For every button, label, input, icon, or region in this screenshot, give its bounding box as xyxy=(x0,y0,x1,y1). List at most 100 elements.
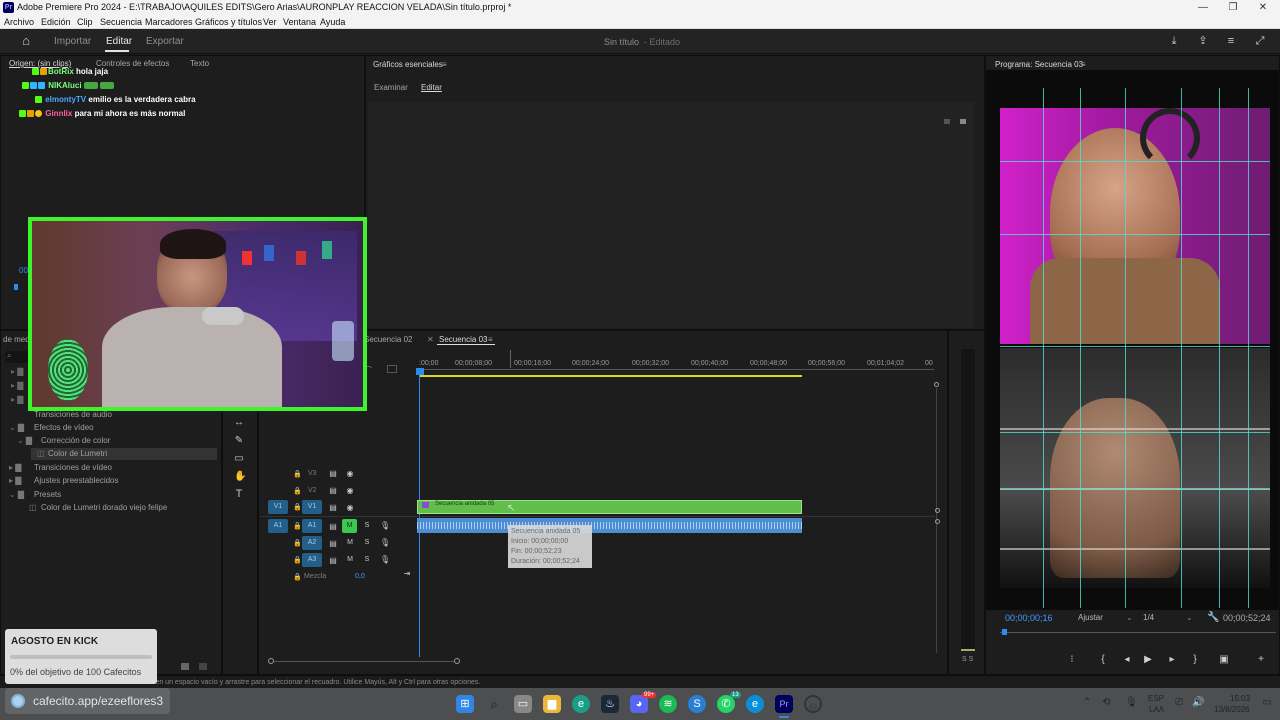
close-tab-icon[interactable]: ✕ xyxy=(427,335,434,344)
mic-tray-icon[interactable]: 🎙 xyxy=(1125,697,1138,708)
share-icon[interactable]: ⇪ xyxy=(1197,35,1209,47)
panel-menu-icon[interactable]: ≡ xyxy=(442,60,447,69)
rectangle-tool-icon[interactable]: ▭ xyxy=(234,453,244,464)
solo-button-meter[interactable]: S S xyxy=(962,656,973,663)
scrub-bar[interactable] xyxy=(1000,632,1276,633)
new-layer-icon[interactable] xyxy=(944,119,950,124)
sync-icon[interactable]: ▤ xyxy=(328,503,338,512)
clock-time[interactable]: 15:03 xyxy=(1230,694,1250,703)
wrench-icon[interactable]: 🔧 xyxy=(1207,612,1219,623)
menu-clip[interactable]: Clip xyxy=(77,15,93,29)
audio-clip[interactable] xyxy=(417,518,802,533)
tree-item-video-effects[interactable]: Efectos de vídeo xyxy=(34,423,94,432)
tree-item-lumetri-preset[interactable]: Color de Lumetri dorado viejo felipe xyxy=(41,503,167,512)
edge-alt-icon[interactable]: e xyxy=(746,695,764,713)
microphone-icon[interactable]: 🎙 xyxy=(380,555,390,564)
zoom-select[interactable]: Ajustar xyxy=(1078,613,1103,622)
export-frame-icon[interactable]: ▣ xyxy=(1218,654,1230,665)
tree-expand-icon[interactable]: ⌄ ▇ xyxy=(9,423,24,432)
menu-ayuda[interactable]: Ayuda xyxy=(320,15,345,29)
lock-icon[interactable]: 🔒 xyxy=(293,470,302,478)
lock-icon[interactable]: 🔒 xyxy=(293,522,302,530)
tree-item-lumetri[interactable]: Color de Lumetri xyxy=(48,449,107,458)
tab-exportar[interactable]: Exportar xyxy=(146,36,184,47)
track-height-handle[interactable] xyxy=(935,508,940,513)
menu-marcadores[interactable]: Marcadores xyxy=(145,15,193,29)
playhead-marker[interactable] xyxy=(1002,629,1007,635)
tree-item-presets-builtin[interactable]: Ajustes preestablecidos xyxy=(34,476,119,485)
spotify-icon[interactable]: ≋ xyxy=(659,695,677,713)
tray-chevron-icon[interactable]: ⌃ xyxy=(1083,697,1091,708)
step-forward-icon[interactable]: ▸ xyxy=(1166,654,1178,665)
menu-ventana[interactable]: Ventana xyxy=(283,15,316,29)
microphone-icon[interactable]: 🎙 xyxy=(380,538,390,547)
type-tool-icon[interactable]: T xyxy=(234,488,244,500)
horizontal-scrollbar[interactable] xyxy=(274,661,454,662)
sync-icon[interactable]: ▤ xyxy=(328,556,338,565)
menu-ver[interactable]: Ver xyxy=(263,15,277,29)
quality-select[interactable]: 1/4 xyxy=(1143,613,1154,622)
tree-expand-icon[interactable]: ⌄ ▇ xyxy=(17,436,32,445)
ripple-edit-icon[interactable]: ↔ xyxy=(234,417,244,428)
panel-menu-icon[interactable]: ≡ xyxy=(488,335,493,344)
obs-icon[interactable]: ◎ xyxy=(804,695,822,713)
tree-item-video-transitions[interactable]: Transiciones de vídeo xyxy=(34,463,112,472)
solo-button-a1[interactable]: S xyxy=(362,522,372,529)
mix-expand-icon[interactable]: ⇥ xyxy=(402,569,412,578)
tab-examinar[interactable]: Examinar xyxy=(374,83,408,92)
microphone-icon[interactable]: 🎙 xyxy=(380,521,390,530)
menu-archivo[interactable]: Archivo xyxy=(4,15,34,29)
new-bin-icon[interactable] xyxy=(181,663,189,670)
sync-icon[interactable]: ▤ xyxy=(328,486,338,495)
solo-button-a2[interactable]: S xyxy=(362,539,372,546)
lock-icon[interactable]: 🔒 xyxy=(293,503,302,511)
mute-button-a2[interactable]: M xyxy=(345,539,355,546)
quick-export-icon[interactable]: ⤓ xyxy=(1168,35,1180,47)
zoom-handle[interactable] xyxy=(934,382,939,387)
scroll-handle-right[interactable] xyxy=(454,658,460,664)
track-target-a3[interactable]: A3 xyxy=(302,553,322,567)
eye-icon[interactable]: ◉ xyxy=(345,486,355,495)
network-icon[interactable]: ⎚ xyxy=(1175,697,1183,708)
panel-menu-icon[interactable]: ≡ xyxy=(1081,60,1086,69)
lock-icon[interactable]: 🔒 xyxy=(293,487,302,495)
tab-texto[interactable]: Texto xyxy=(190,59,209,68)
eye-icon[interactable]: ◉ xyxy=(345,469,355,478)
lock-icon[interactable]: 🔒 xyxy=(293,539,302,547)
mark-in-icon[interactable]: { xyxy=(1097,654,1109,665)
delete-icon[interactable] xyxy=(199,663,207,670)
steam-icon[interactable]: ♨ xyxy=(601,695,619,713)
work-area-bar[interactable] xyxy=(419,375,802,377)
clock-date[interactable]: 13/8/2026 xyxy=(1214,705,1250,714)
sync-icon[interactable]: ▤ xyxy=(328,539,338,548)
play-icon[interactable]: ▶ xyxy=(1142,654,1154,665)
tab-secuencia-02[interactable]: Secuencia 02 xyxy=(364,335,412,344)
tree-item-color-correction[interactable]: Corrección de color xyxy=(41,436,110,445)
mute-button-a3[interactable]: M xyxy=(345,556,355,563)
minimize-icon[interactable]: — xyxy=(1188,0,1218,15)
add-button-icon[interactable]: + xyxy=(1255,654,1267,665)
mix-value[interactable]: 0,0 xyxy=(355,573,365,580)
marker-icon[interactable]: ⁝ xyxy=(1066,654,1078,665)
source-patch-v1[interactable]: V1 xyxy=(268,500,288,514)
mute-button-a1[interactable]: M xyxy=(342,519,357,533)
mark-out-icon[interactable]: } xyxy=(1189,654,1201,665)
playhead-handle[interactable] xyxy=(416,368,424,375)
fullscreen-icon[interactable]: ⤢ xyxy=(1254,35,1266,47)
skype-icon[interactable]: S xyxy=(688,695,706,713)
step-back-icon[interactable]: ◂ xyxy=(1121,654,1133,665)
zoom-chevron-icon[interactable]: ⌄ xyxy=(1126,613,1133,622)
lock-icon[interactable]: 🔒 xyxy=(293,556,302,564)
tree-expand-icon[interactable]: ▸ ▇ xyxy=(9,463,21,472)
maximize-icon[interactable]: ❐ xyxy=(1218,0,1248,15)
sync-icon[interactable]: ▤ xyxy=(328,522,338,531)
linked-selection-icon[interactable] xyxy=(387,365,397,373)
close-icon[interactable]: ✕ xyxy=(1248,0,1278,15)
workspace-menu-icon[interactable]: ≡ xyxy=(1225,35,1237,47)
tab-importar[interactable]: Importar xyxy=(54,36,91,47)
volume-icon[interactable]: 🔊 xyxy=(1192,697,1204,708)
menu-secuencia[interactable]: Secuencia xyxy=(100,15,142,29)
tree-expand-icon[interactable]: ⌄ ▇ xyxy=(9,490,24,499)
tab-secuencia-03[interactable]: Secuencia 03 xyxy=(439,335,487,344)
quality-chevron-icon[interactable]: ⌄ xyxy=(1186,613,1193,622)
